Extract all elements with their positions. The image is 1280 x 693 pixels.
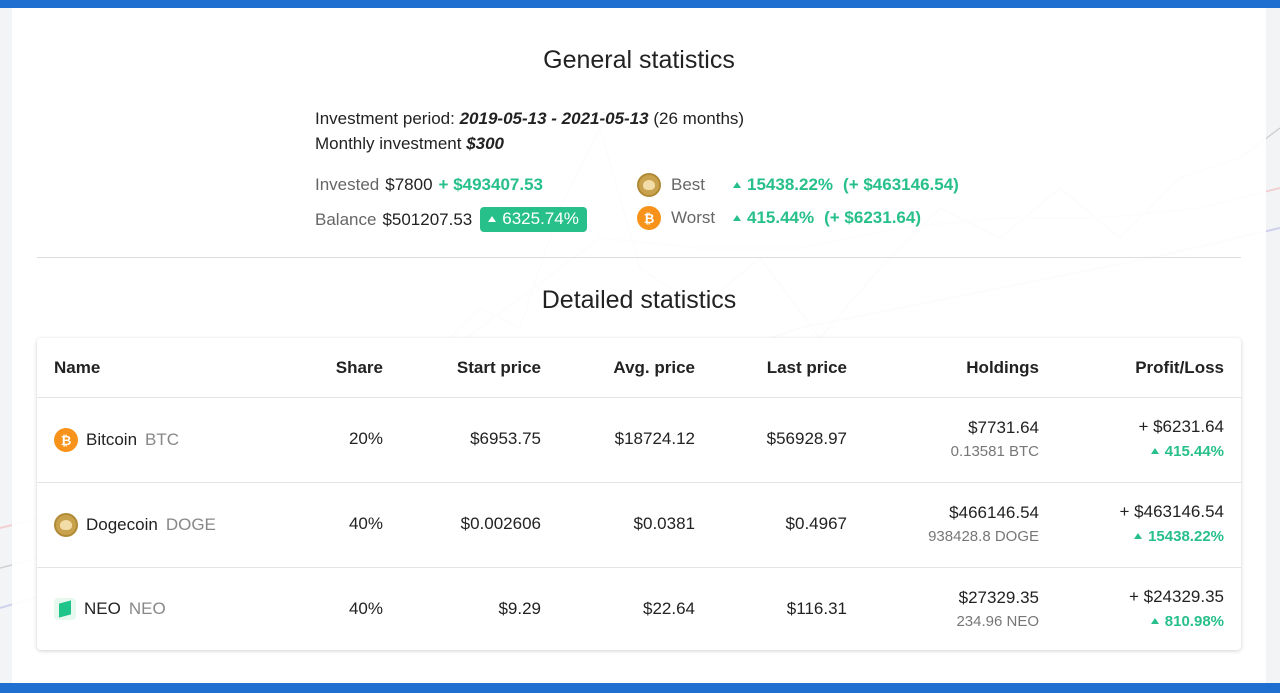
share-cell: 20%	[348, 429, 383, 448]
column-header-last-price[interactable]: Last price	[767, 358, 847, 378]
invested-value: $7800	[385, 175, 433, 194]
dogecoin-icon	[54, 513, 78, 537]
profit-loss-percent: 415.44%	[1150, 443, 1224, 460]
statistics-panel: General statistics Investment period: 20…	[12, 8, 1266, 683]
last-price-cell: $116.31	[786, 599, 847, 618]
up-arrow-icon	[488, 216, 497, 222]
holdings-value: $27329.35	[958, 588, 1039, 607]
invested-row: Invested $7800 + $493407.53	[315, 175, 543, 195]
invested-gain: + $493407.53	[438, 175, 544, 194]
dogecoin-icon	[637, 173, 661, 197]
detailed-statistics-title: Detailed statistics	[541, 286, 737, 314]
best-performer: Best 15438.22% (+ $463146.54)	[637, 173, 959, 197]
holdings-value: $466146.54	[949, 503, 1039, 522]
table-row[interactable]: ₿ Bitcoin BTC 20% $6953.75 $18724.12 $56…	[37, 398, 1241, 483]
top-bar	[0, 0, 1280, 8]
column-header-start-price[interactable]: Start price	[457, 358, 541, 378]
column-header-holdings[interactable]: Holdings	[966, 358, 1039, 378]
investment-period-months: (26 months)	[653, 109, 745, 128]
avg-price-cell: $18724.12	[614, 429, 695, 448]
up-arrow-icon	[733, 182, 741, 188]
profit-loss-percent: 810.98%	[1150, 613, 1224, 630]
bitcoin-icon: ₿	[637, 206, 661, 230]
avg-price-cell: $22.64	[643, 599, 695, 618]
coin-name: NEO	[84, 599, 121, 618]
up-arrow-icon	[1150, 448, 1159, 454]
bottom-bar	[0, 683, 1280, 693]
share-cell: 40%	[348, 599, 383, 618]
up-arrow-icon	[1134, 533, 1143, 539]
profit-loss-value: + $6231.64	[1138, 417, 1224, 436]
monthly-investment: Monthly investment $300	[315, 134, 504, 154]
balance-row: Balance $501207.53 6325.74%	[315, 207, 587, 232]
table-row[interactable]: NEO NEO 40% $9.29 $22.64 $116.31 $27329.…	[37, 568, 1241, 652]
column-header-avg-price[interactable]: Avg. price	[613, 358, 695, 378]
bitcoin-icon: ₿	[54, 428, 78, 452]
worst-label: Worst	[671, 208, 716, 227]
profit-loss-value: + $463146.54	[1119, 502, 1224, 521]
best-absolute: (+ $463146.54)	[843, 175, 959, 194]
best-percent: 15438.22%	[733, 175, 833, 195]
table-row[interactable]: Dogecoin DOGE 40% $0.002606 $0.0381 $0.4…	[37, 483, 1241, 568]
holdings-quantity: 0.13581 BTC	[950, 443, 1039, 460]
holdings-quantity: 234.96 NEO	[956, 613, 1039, 630]
coin-name-cell: ₿ Bitcoin BTC	[54, 428, 179, 452]
column-header-profit-loss[interactable]: Profit/Loss	[1135, 358, 1224, 378]
coin-symbol: DOGE	[165, 515, 216, 534]
column-header-share[interactable]: Share	[336, 358, 383, 378]
table-header: Name Share Start price Avg. price Last p…	[37, 338, 1241, 398]
coin-symbol: NEO	[128, 599, 166, 618]
coin-name: Dogecoin	[86, 515, 158, 534]
invested-label: Invested	[315, 175, 380, 194]
worst-percent: 415.44%	[733, 208, 814, 228]
coin-symbol: BTC	[145, 430, 180, 449]
start-price-cell: $9.29	[498, 599, 541, 618]
avg-price-cell: $0.0381	[633, 514, 695, 533]
up-arrow-icon	[733, 215, 741, 221]
best-label: Best	[671, 175, 706, 194]
investment-period-label: Investment period:	[315, 109, 455, 128]
balance-percent: 6325.74%	[502, 209, 579, 228]
start-price-cell: $0.002606	[460, 514, 541, 533]
worst-absolute: (+ $6231.64)	[824, 208, 922, 227]
last-price-cell: $56928.97	[766, 429, 847, 448]
investment-period: Investment period: 2019-05-13 - 2021-05-…	[315, 109, 744, 129]
investment-period-value: 2019-05-13 - 2021-05-13	[459, 109, 649, 128]
monthly-investment-label: Monthly investment	[315, 134, 462, 153]
start-price-cell: $6953.75	[470, 429, 541, 448]
up-arrow-icon	[1150, 618, 1159, 624]
coin-name: Bitcoin	[86, 430, 138, 449]
profit-loss-percent: 15438.22%	[1134, 528, 1224, 545]
coin-name-cell: Dogecoin DOGE	[54, 513, 216, 537]
holdings-value: $7731.64	[968, 418, 1039, 437]
coin-name-cell: NEO NEO	[54, 598, 166, 620]
neo-icon	[54, 598, 76, 620]
balance-value: $501207.53	[382, 209, 473, 229]
worst-performer: ₿ Worst 415.44% (+ $6231.64)	[637, 206, 921, 230]
column-header-name[interactable]: Name	[54, 358, 100, 378]
share-cell: 40%	[348, 514, 383, 533]
profit-loss-value: + $24329.35	[1128, 587, 1224, 606]
monthly-investment-value: $300	[466, 134, 505, 153]
balance-percent-badge: 6325.74%	[480, 207, 587, 232]
general-statistics-title: General statistics	[543, 46, 735, 74]
last-price-cell: $0.4967	[785, 514, 847, 533]
holdings-quantity: 938428.8 DOGE	[928, 528, 1039, 545]
section-divider	[37, 257, 1241, 258]
detailed-statistics-table: Name Share Start price Avg. price Last p…	[37, 338, 1241, 650]
balance-label: Balance	[315, 209, 377, 229]
